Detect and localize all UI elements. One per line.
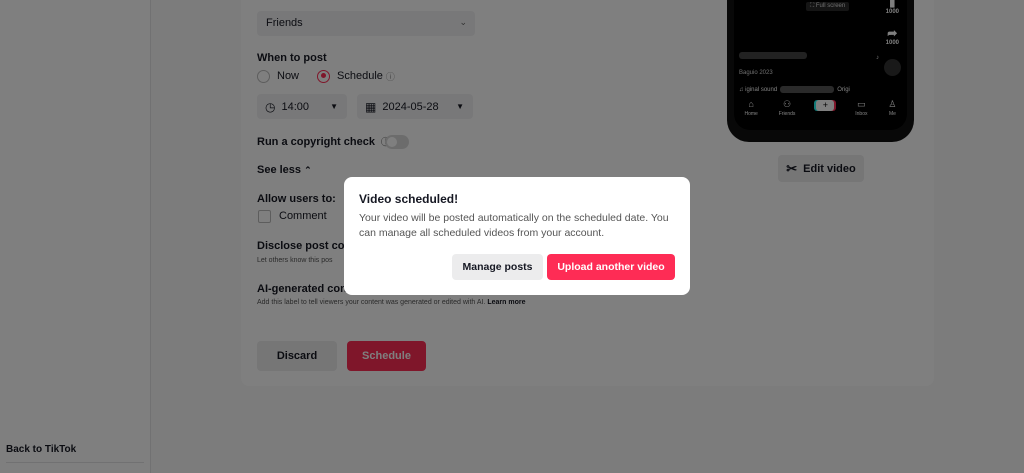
dialog-message: Your video will be posted automatically …	[359, 212, 669, 239]
dialog-title: Video scheduled!	[359, 192, 459, 206]
upload-another-video-button[interactable]: Upload another video	[547, 254, 675, 280]
manage-posts-button[interactable]: Manage posts	[452, 254, 543, 280]
video-scheduled-dialog: Video scheduled! Your video will be post…	[344, 177, 690, 295]
